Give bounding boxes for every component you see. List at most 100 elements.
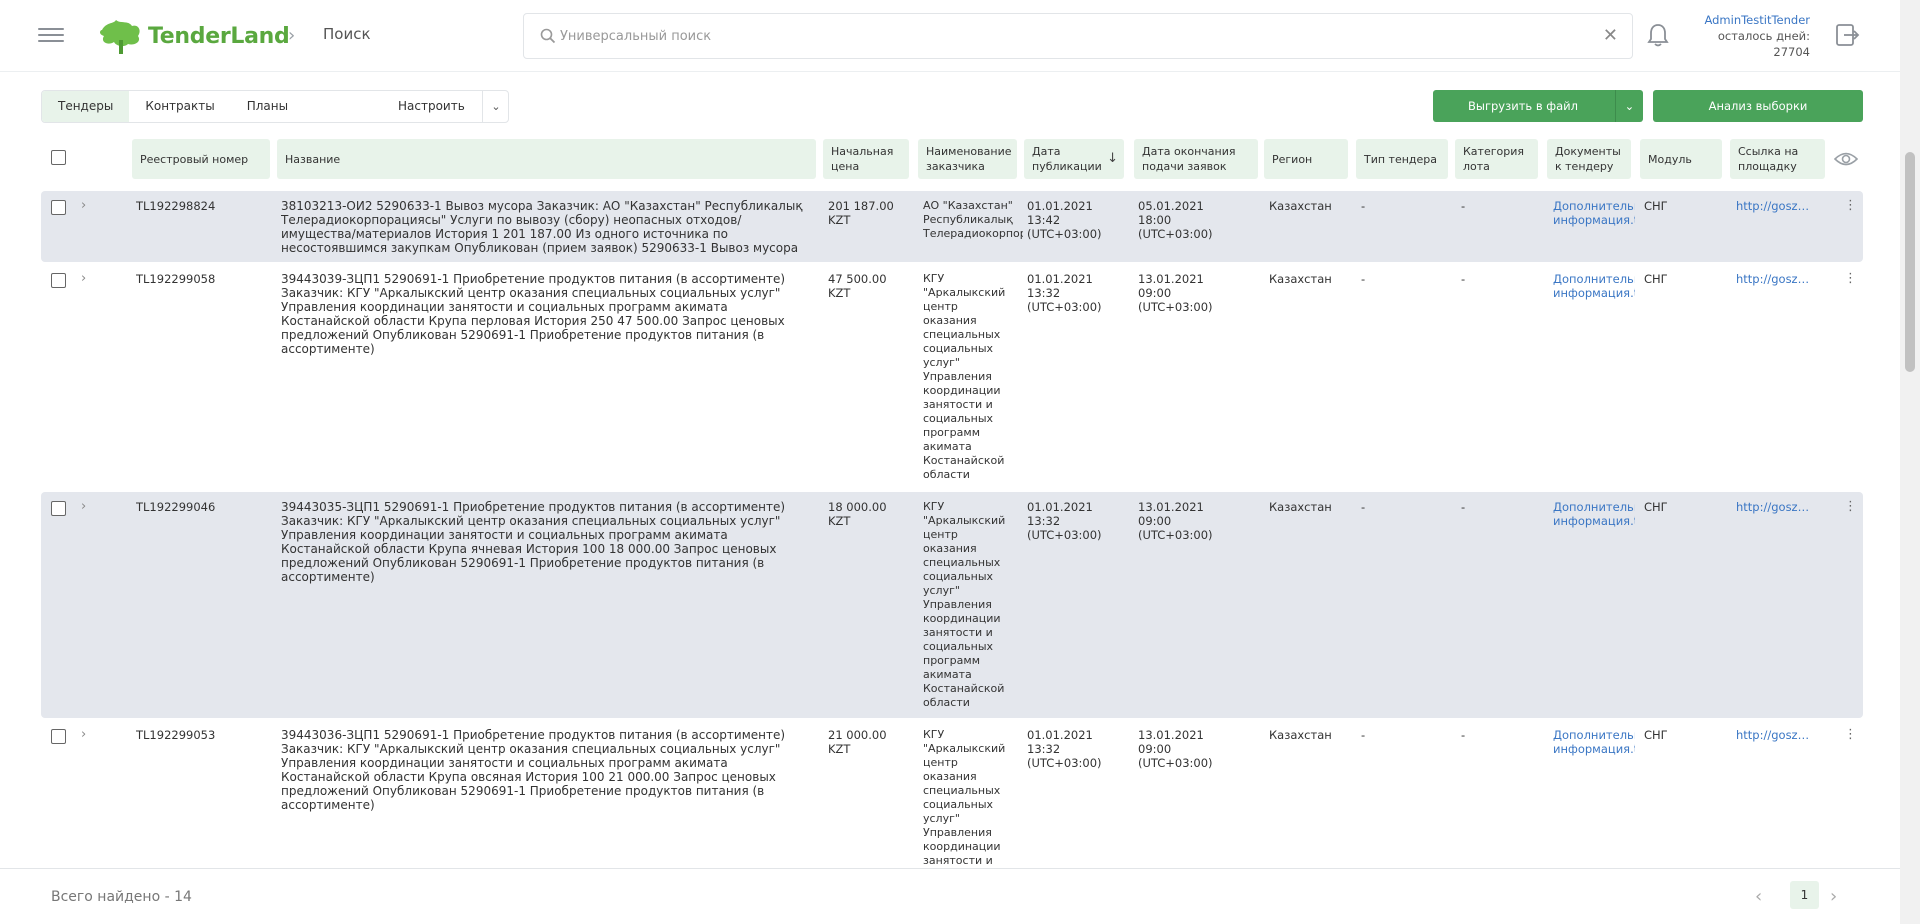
row-checkbox[interactable] [51, 200, 66, 215]
col-header-customer[interactable]: Наименование заказчика [918, 139, 1017, 179]
chevron-right-icon[interactable]: › [81, 271, 86, 286]
cell-module: СНГ [1644, 500, 1668, 514]
menu-icon[interactable] [38, 24, 64, 46]
col-header-region[interactable]: Регион [1264, 139, 1348, 179]
chevron-left-icon[interactable]: ‹ [1755, 886, 1762, 907]
cell-site-link[interactable]: http://goszakup.gov.kz [1736, 500, 1816, 514]
kebab-icon[interactable]: ⋮ [1844, 728, 1857, 742]
analyze-button[interactable]: Анализ выборки [1653, 90, 1863, 122]
kebab-icon[interactable]: ⋮ [1844, 199, 1857, 213]
col-header-type[interactable]: Тип тендера [1356, 139, 1448, 179]
cell-cat: - [1461, 199, 1466, 213]
cell-site-link[interactable]: http://goszakup.gov.kz [1736, 199, 1816, 213]
tab-plans[interactable]: Планы [231, 91, 304, 122]
kebab-icon[interactable]: ⋮ [1844, 272, 1857, 286]
cell-name[interactable]: 39443036-ЗЦП1 5290691-1 Приобретение про… [281, 728, 816, 812]
chevron-right-icon[interactable]: › [81, 499, 86, 514]
col-header-pub[interactable]: Дата публикации ↓ [1024, 139, 1124, 179]
chevron-right-icon[interactable]: › [81, 198, 86, 213]
top-header: TenderLand › Поиск ✕ AdminTestitTender о… [0, 0, 1900, 72]
table-row[interactable]: › TL192299053 39443036-ЗЦП1 5290691-1 Пр… [41, 720, 1863, 868]
search-icon [540, 28, 556, 44]
cell-reg: TL192299046 [136, 500, 216, 514]
cell-end: 05.01.2021 18:00 (UTC+03:00) [1138, 199, 1213, 241]
col-header-module[interactable]: Модуль [1640, 139, 1722, 179]
table-row[interactable]: › TL192298824 38103213-ОИ2 5290633-1 Выв… [41, 191, 1863, 262]
cell-customer: КГУ "Аркалыкский центр оказания специаль… [923, 272, 1006, 481]
scrollbar-thumb[interactable] [1905, 152, 1915, 372]
eye-icon[interactable] [1834, 149, 1858, 169]
page-scrollbar[interactable] [1900, 0, 1920, 924]
chevron-down-icon[interactable]: ⌄ [1615, 90, 1643, 122]
cell-end: 13.01.2021 09:00 (UTC+03:00) [1138, 500, 1213, 542]
breadcrumb-chevron-icon: › [288, 25, 296, 46]
sort-down-icon[interactable]: ↓ [1107, 151, 1118, 166]
cell-module: СНГ [1644, 199, 1668, 213]
breadcrumb[interactable]: Поиск [323, 25, 371, 43]
cell-docs-link[interactable]: Дополнительная информация.txt [1553, 272, 1635, 300]
logo-tree-icon [100, 20, 140, 54]
select-all-checkbox[interactable] [51, 150, 66, 165]
cell-price: 47 500.00 KZT [828, 272, 887, 300]
cell-pub: 01.01.2021 13:32 (UTC+03:00) [1027, 500, 1102, 542]
cell-module: СНГ [1644, 728, 1668, 742]
chevron-down-icon[interactable]: ⌄ [482, 91, 509, 122]
cell-cat: - [1461, 500, 1466, 514]
logo-text: TenderLand [148, 23, 290, 49]
col-header-link[interactable]: Ссылка на площадку [1730, 139, 1825, 179]
row-checkbox[interactable] [51, 501, 66, 516]
bell-icon[interactable] [1647, 22, 1669, 48]
search-box: ✕ [523, 13, 1633, 59]
cell-customer: АО "Казахстан" Республикалық Телерадиоко… [923, 199, 1023, 240]
cell-region: Казахстан [1269, 500, 1332, 514]
cell-docs-link[interactable]: Дополнительная информация.txt [1553, 199, 1635, 227]
close-icon[interactable]: ✕ [1603, 26, 1618, 46]
cell-price: 18 000.00 KZT [828, 500, 887, 528]
col-header-price[interactable]: Начальная цена [823, 139, 909, 179]
user-info[interactable]: AdminTestitTender осталось дней: 27704 [1680, 12, 1810, 60]
user-name[interactable]: AdminTestitTender [1680, 12, 1810, 28]
table-footer: Всего найдено - 14 ‹ 1 › [0, 868, 1900, 924]
row-checkbox[interactable] [51, 273, 66, 288]
col-header-pub-label: Дата публикации [1032, 145, 1102, 173]
section-tabs: Тендеры Контракты Планы Настроить ⌄ [41, 90, 509, 123]
cell-module: СНГ [1644, 272, 1668, 286]
page-current[interactable]: 1 [1790, 881, 1819, 909]
cell-name[interactable]: 39443035-ЗЦП1 5290691-1 Приобретение про… [281, 500, 816, 584]
cell-type: - [1361, 500, 1366, 514]
cell-customer: КГУ "Аркалыкский центр оказания специаль… [923, 728, 1006, 867]
cell-docs-link[interactable]: Дополнительная информация.txt [1553, 500, 1635, 528]
days-left-value: 27704 [1773, 45, 1810, 59]
export-button[interactable]: Выгрузить в файл ⌄ [1433, 90, 1643, 122]
kebab-icon[interactable]: ⋮ [1844, 500, 1857, 514]
table-row[interactable]: › TL192299046 39443035-ЗЦП1 5290691-1 Пр… [41, 492, 1863, 718]
chevron-right-icon[interactable]: › [1830, 886, 1837, 907]
chevron-right-icon[interactable]: › [81, 727, 86, 742]
col-header-docs[interactable]: Документы к тендеру [1547, 139, 1631, 179]
cell-pub: 01.01.2021 13:32 (UTC+03:00) [1027, 272, 1102, 314]
cell-site-link[interactable]: http://goszakup.gov.kz [1736, 728, 1816, 742]
tab-tenders[interactable]: Тендеры [42, 91, 130, 122]
col-header-reg[interactable]: Реестровый номер [132, 139, 270, 179]
logout-icon[interactable] [1834, 22, 1860, 48]
col-header-cat[interactable]: Категория лота [1455, 139, 1538, 179]
cell-end: 13.01.2021 09:00 (UTC+03:00) [1138, 272, 1213, 314]
tab-contracts[interactable]: Контракты [129, 91, 230, 122]
cell-site-link[interactable]: http://goszakup.gov.kz [1736, 272, 1816, 286]
table-row[interactable]: › TL192299058 39443039-ЗЦП1 5290691-1 Пр… [41, 264, 1863, 490]
cell-pub: 01.01.2021 13:42 (UTC+03:00) [1027, 199, 1102, 241]
col-header-end[interactable]: Дата окончания подачи заявок [1134, 139, 1258, 179]
cell-region: Казахстан [1269, 728, 1332, 742]
cell-cat: - [1461, 728, 1466, 742]
logo[interactable]: TenderLand [98, 14, 290, 58]
cell-pub: 01.01.2021 13:32 (UTC+03:00) [1027, 728, 1102, 770]
cell-price: 201 187.00 KZT [828, 199, 894, 227]
cell-docs-link[interactable]: Дополнительная информация.txt [1553, 728, 1635, 756]
search-input[interactable] [560, 22, 1560, 50]
cell-name[interactable]: 38103213-ОИ2 5290633-1 Вывоз мусора Зака… [281, 199, 816, 255]
row-checkbox[interactable] [51, 729, 66, 744]
col-header-name[interactable]: Название [277, 139, 816, 179]
cell-name[interactable]: 39443039-ЗЦП1 5290691-1 Приобретение про… [281, 272, 816, 356]
configure-button[interactable]: Настроить [398, 91, 465, 122]
total-count: Всего найдено - 14 [51, 889, 192, 905]
